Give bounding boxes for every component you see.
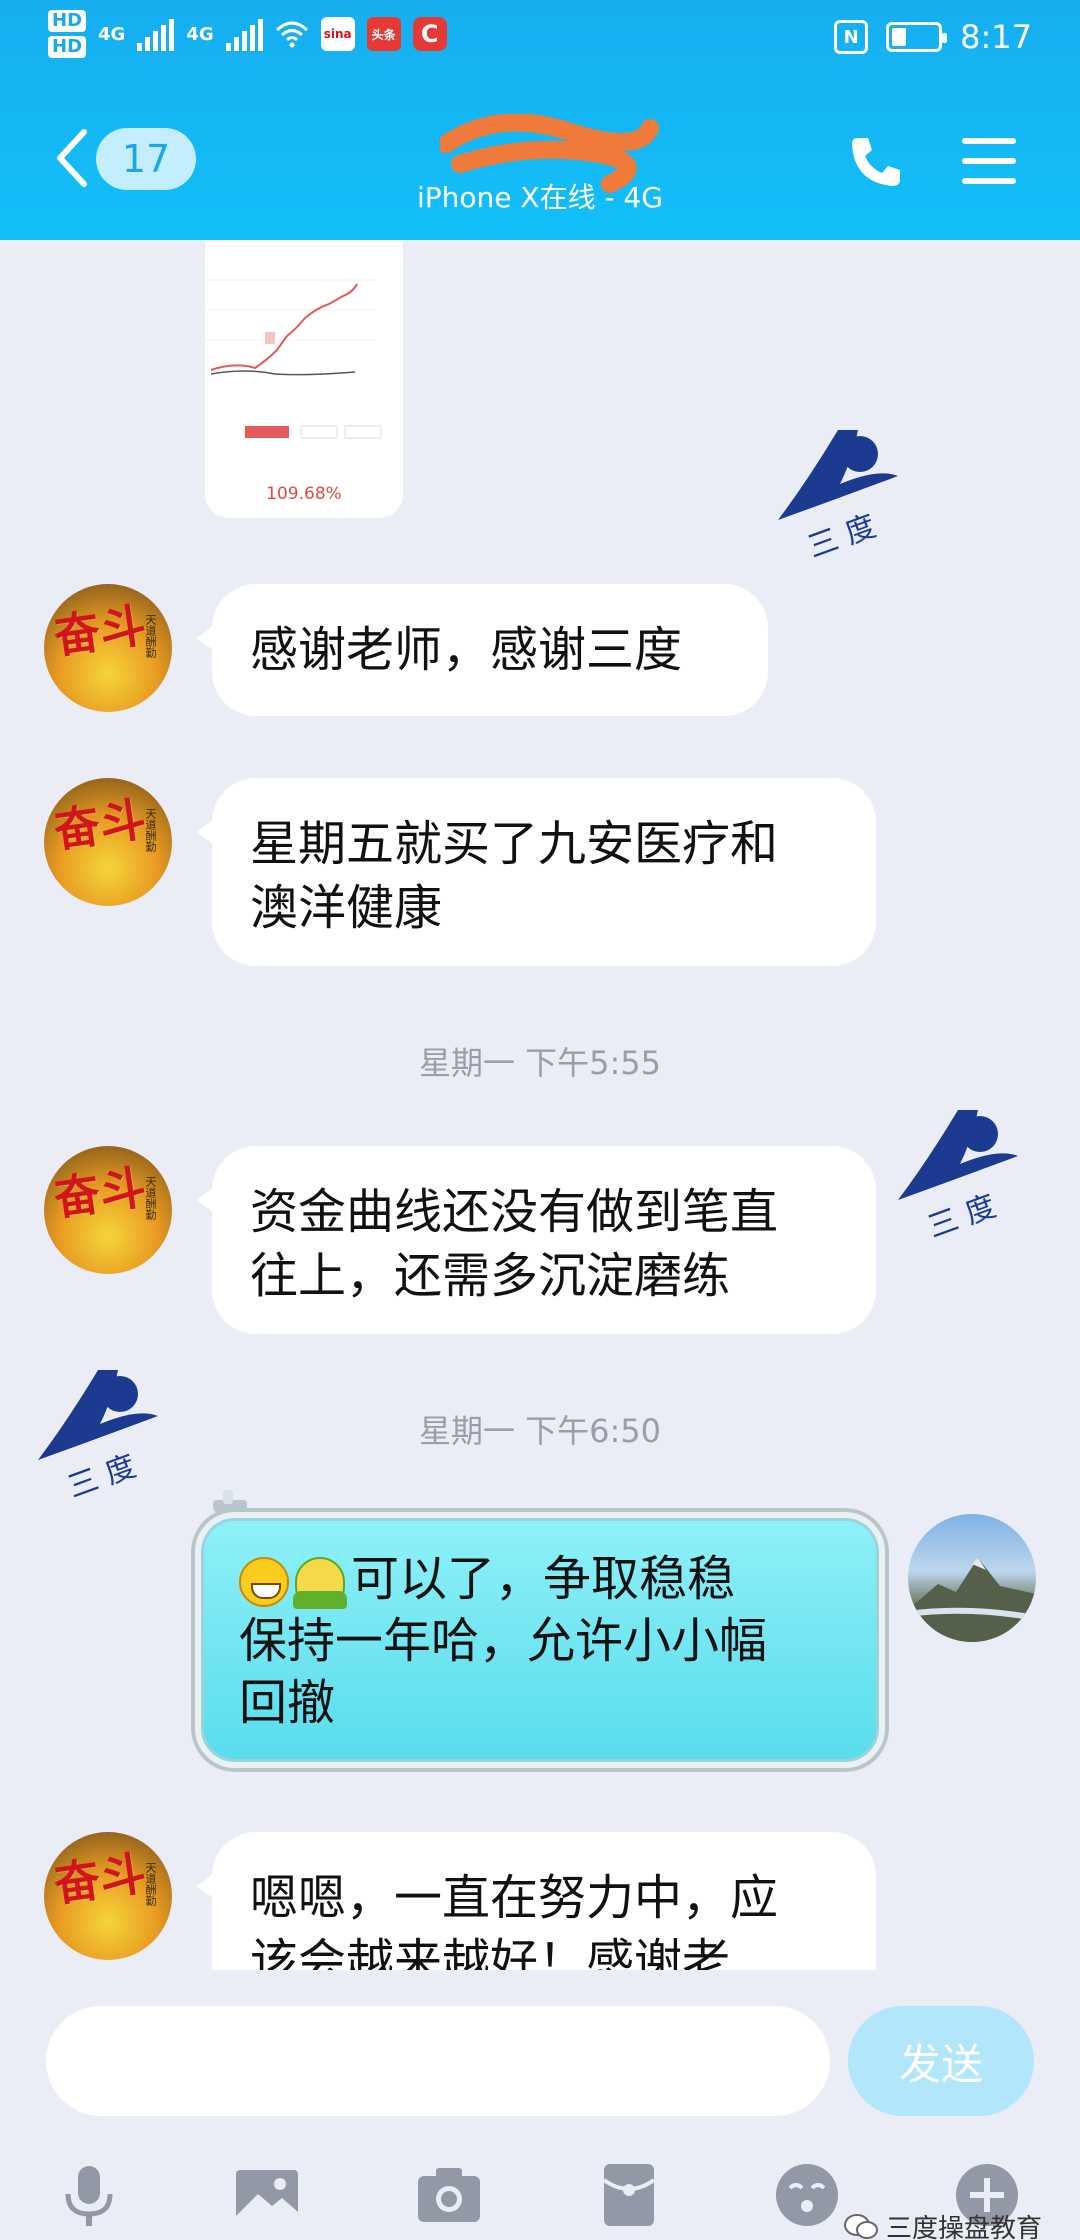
message-bubble[interactable]: 嗯嗯，一直在努力中，应 该会越来越好！感谢老 [196,1832,876,1970]
phone-call-icon[interactable] [846,132,906,192]
wechat-icon [843,2213,878,2239]
hd-badge: HD [48,10,87,32]
battery-icon [886,22,948,52]
chat-area[interactable]: 109.68% 三 度 三 度 三 度 奋斗 天道酬勤 感谢老师，感谢三度 奋斗… [0,240,1080,1970]
message-text-line: 往上，还需多沉淀磨练 [250,1248,731,1304]
unread-count-badge[interactable]: 17 [96,128,196,190]
performance-chart-thumbnail [205,245,403,439]
message-text-line: 该会越来越好！感谢老 [250,1934,731,1970]
mic-icon[interactable] [54,2160,124,2230]
message-bubble[interactable]: 资金曲线还没有做到笔直 往上，还需多沉淀磨练 [196,1146,876,1334]
signal-icon [225,17,263,51]
message-text-line: 可以了，争取稳稳 [351,1551,736,1607]
message-text: 感谢老师，感谢三度 [250,622,683,678]
sina-app-icon: sina [320,17,355,51]
contact-status: iPhone X在线 - 4G [416,181,663,214]
sandu-logo-icon: 三 度 [898,1110,1018,1240]
message-text-line: 资金曲线还没有做到笔直 [250,1184,779,1240]
timestamp: 星期一 下午5:55 [418,1044,662,1082]
contact-avatar[interactable]: 奋斗 天道酬勤 [44,778,172,906]
message-text-line: 澳洋健康 [250,880,443,936]
timestamp: 星期一 下午6:50 [418,1412,662,1450]
svg-text:三 度: 三 度 [63,1449,140,1500]
nfc-icon: N [834,20,869,54]
svg-text:三 度: 三 度 [803,509,880,560]
my-avatar[interactable] [908,1514,1036,1642]
message-bubble[interactable]: 感谢老师，感谢三度 [196,584,768,716]
message-input[interactable] [46,2006,830,2116]
message-bubble-fancy[interactable]: 可以了，争取稳稳 保持一年哈，允许小小幅 回撤 [195,1512,885,1768]
svg-text:三 度: 三 度 [923,1189,1000,1240]
red-packet-icon[interactable] [594,2160,664,2230]
network-type: 4G [186,23,214,45]
send-button[interactable]: 发送 [848,2006,1034,2116]
menu-icon[interactable] [960,134,1018,188]
back-arrow-icon[interactable] [52,126,92,190]
shared-image-message[interactable]: 109.68% [205,240,403,518]
contact-avatar[interactable]: 奋斗 天道酬勤 [44,1146,172,1274]
message-text-line: 保持一年哈，允许小小幅 [239,1613,768,1669]
c-app-icon: C [412,17,447,51]
contact-avatar[interactable]: 奋斗 天道酬勤 [44,584,172,712]
signal-icon [137,17,175,51]
network-type: 4G [98,23,126,45]
top-bar: HD HD 4G 4G sina 头条 C N 8:17 17 iPhone X… [0,0,1080,240]
contact-name-redacted [380,114,700,193]
watermark-text: 三度操盘教育 [885,2214,1042,2240]
grinning-emoji-icon [239,1557,289,1607]
contact-avatar[interactable]: 奋斗 天道酬勤 [44,1832,172,1960]
camera-icon[interactable] [414,2160,484,2230]
message-text-line: 回撤 [239,1675,336,1731]
sandu-logo-icon: 三 度 [778,430,898,560]
wifi-icon [275,21,308,48]
message-text-line: 嗯嗯，一直在努力中，应 [250,1870,779,1926]
mountain-photo [908,1558,1036,1642]
image-icon[interactable] [232,2160,302,2230]
emoji-icon[interactable] [772,2160,842,2230]
person-emoji-icon [293,1557,347,1609]
clock: 8:17 [960,18,1032,56]
input-bar: 发送 [0,1970,1080,2240]
message-text-line: 星期五就买了九安医疗和 [250,816,779,872]
message-bubble[interactable]: 星期五就买了九安医疗和 澳洋健康 [196,778,876,966]
chat-header: 17 iPhone X在线 - 4G [0,80,1080,240]
wechat-watermark: 三度操盘教育 [843,2208,1042,2240]
hd-badge: HD [48,36,87,58]
return-percent: 109.68% [266,484,342,504]
status-bar: HD HD 4G 4G sina 头条 C N 8:17 [0,0,1080,80]
toutiao-app-icon: 头条 [366,17,401,51]
